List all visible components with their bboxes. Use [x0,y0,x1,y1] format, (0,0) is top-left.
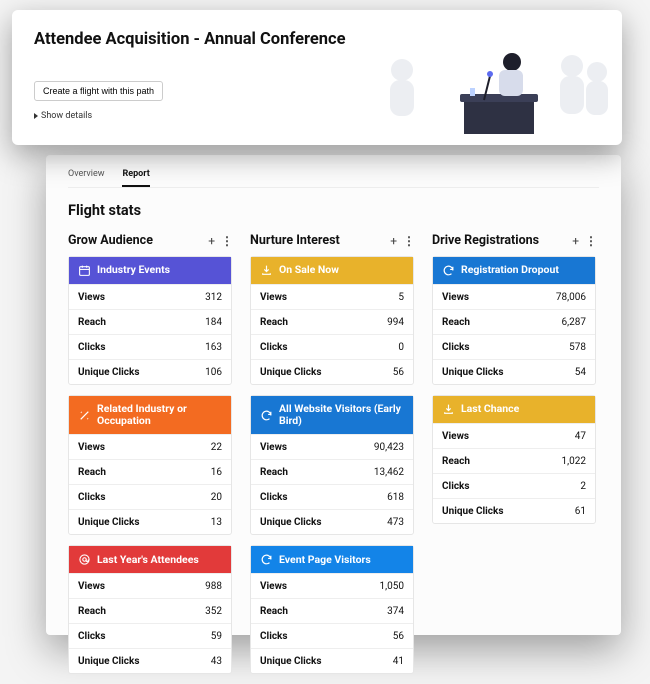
metric-row: Unique Clicks56 [251,359,413,384]
block-header[interactable]: On Sale Now [251,257,413,284]
refresh-icon [442,264,455,277]
column-header: Nurture Interest + ⋮ [250,233,414,252]
metric-row: Clicks0 [251,334,413,359]
path-header-card: Attendee Acquisition - Annual Conference… [12,10,622,145]
metric-row: Views312 [69,284,231,309]
metric-row: Clicks56 [251,623,413,648]
stats-block: Related Industry or Occupation Views22 R… [68,395,232,535]
metric-row: Reach6,287 [433,309,595,334]
metric-row: Views22 [69,434,231,459]
metric-row: Clicks578 [433,334,595,359]
block-title: On Sale Now [279,264,339,276]
metric-row: Reach16 [69,459,231,484]
column-more-button[interactable]: ⋮ [221,234,232,248]
report-card: Overview Report Flight stats Grow Audien… [46,155,621,635]
metric-row: Reach994 [251,309,413,334]
metric-row: Unique Clicks43 [69,648,231,673]
column-more-button[interactable]: ⋮ [585,234,596,248]
metric-row: Reach13,462 [251,459,413,484]
column-title: Nurture Interest [250,233,340,248]
block-header[interactable]: Industry Events [69,257,231,284]
download-icon [442,403,455,416]
stats-block: All Website Visitors (Early Bird) Views9… [250,395,414,535]
refresh-icon [260,409,273,422]
metric-row: Clicks20 [69,484,231,509]
stats-block: On Sale Now Views5 Reach994 Clicks0 Uniq… [250,256,414,385]
metric-row: Clicks618 [251,484,413,509]
download-icon [260,264,273,277]
show-details-toggle[interactable]: Show details [34,111,600,121]
metric-row: Unique Clicks61 [433,498,595,523]
stats-block: Last Year's Attendees Views988 Reach352 … [68,545,232,674]
metric-row: Unique Clicks106 [69,359,231,384]
block-title: Last Chance [461,403,519,415]
tabs: Overview Report [68,169,599,188]
block-title: All Website Visitors (Early Bird) [279,403,404,427]
column-title: Drive Registrations [432,233,539,248]
metric-row: Views5 [251,284,413,309]
block-header[interactable]: Last Year's Attendees [69,546,231,573]
create-flight-button[interactable]: Create a flight with this path [34,81,163,101]
metric-row: Views47 [433,423,595,448]
calendar-icon [78,264,91,277]
block-header[interactable]: All Website Visitors (Early Bird) [251,396,413,434]
section-title: Flight stats [68,202,599,219]
metric-row: Reach352 [69,598,231,623]
stats-block: Registration Dropout Views78,006 Reach6,… [432,256,596,385]
at-icon [78,553,91,566]
block-header[interactable]: Last Chance [433,396,595,423]
block-title: Event Page Visitors [279,554,371,566]
stats-column: Nurture Interest + ⋮ On Sale Now Views5 … [250,233,414,684]
block-header[interactable]: Registration Dropout [433,257,595,284]
show-details-label: Show details [41,111,92,121]
metric-row: Views1,050 [251,573,413,598]
stats-block: Event Page Visitors Views1,050 Reach374 … [250,545,414,674]
refresh-icon [260,553,273,566]
tab-overview[interactable]: Overview [68,169,104,187]
wand-icon [78,409,91,422]
metric-row: Unique Clicks473 [251,509,413,534]
metric-row: Clicks163 [69,334,231,359]
stats-columns: Grow Audience + ⋮ Industry Events Views3… [68,233,599,684]
chevron-right-icon [34,113,38,119]
stats-block: Last Chance Views47 Reach1,022 Clicks2 U… [432,395,596,524]
tab-report[interactable]: Report [122,169,149,187]
metric-row: Reach374 [251,598,413,623]
hero-illustration [372,40,612,140]
metric-row: Clicks2 [433,473,595,498]
block-header[interactable]: Event Page Visitors [251,546,413,573]
metric-row: Clicks59 [69,623,231,648]
stats-block: Industry Events Views312 Reach184 Clicks… [68,256,232,385]
block-title: Industry Events [97,264,170,276]
add-block-button[interactable]: + [208,234,215,248]
metric-row: Unique Clicks41 [251,648,413,673]
column-header: Drive Registrations + ⋮ [432,233,596,252]
metric-row: Reach184 [69,309,231,334]
column-more-button[interactable]: ⋮ [403,234,414,248]
metric-row: Unique Clicks54 [433,359,595,384]
stats-column: Grow Audience + ⋮ Industry Events Views3… [68,233,232,684]
metric-row: Views988 [69,573,231,598]
add-block-button[interactable]: + [572,234,579,248]
column-header: Grow Audience + ⋮ [68,233,232,252]
block-title: Last Year's Attendees [97,554,199,566]
block-header[interactable]: Related Industry or Occupation [69,396,231,434]
block-title: Related Industry or Occupation [97,403,222,427]
stats-column: Drive Registrations + ⋮ Registration Dro… [432,233,596,534]
metric-row: Reach1,022 [433,448,595,473]
metric-row: Views78,006 [433,284,595,309]
page-title: Attendee Acquisition - Annual Conference [34,30,600,49]
metric-row: Unique Clicks13 [69,509,231,534]
block-title: Registration Dropout [461,264,559,276]
column-title: Grow Audience [68,233,153,248]
add-block-button[interactable]: + [390,234,397,248]
metric-row: Views90,423 [251,434,413,459]
